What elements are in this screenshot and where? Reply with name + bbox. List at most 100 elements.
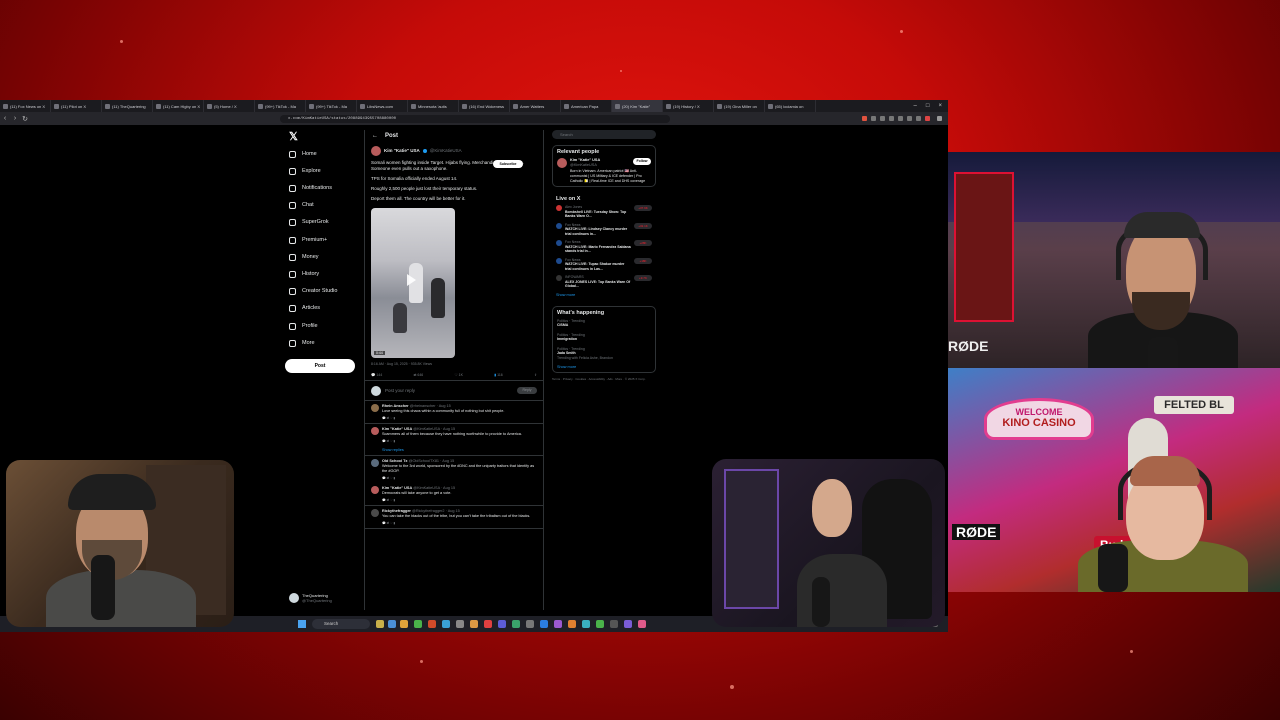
menu-icon[interactable] (937, 116, 942, 121)
taskbar-app-icon[interactable] (388, 620, 396, 628)
show-replies-link[interactable]: Show replies (365, 446, 543, 456)
play-icon[interactable] (407, 274, 416, 286)
maximize-icon[interactable]: □ (926, 103, 930, 109)
search-input[interactable]: Search (552, 130, 656, 139)
extension-icon[interactable] (880, 116, 885, 121)
live-item[interactable]: Alex Jones Bombshell LIVE: Tuesday Show: … (556, 205, 652, 219)
taskbar-app-icon[interactable] (470, 620, 478, 628)
trend-item[interactable]: Politics · Trending CISMA (557, 319, 651, 328)
nav-item-more[interactable]: More (289, 337, 315, 349)
live-item[interactable]: Fox News WATCH LIVE: Mario Fernandez Sald… (556, 240, 652, 254)
browser-tab[interactable]: (11) Cam Higby on X (153, 100, 204, 112)
share-icon[interactable]: ⇪ (534, 373, 537, 377)
nav-item-premium[interactable]: Premium+ (289, 234, 327, 246)
browser-tab[interactable]: (11) Pilot on X (51, 100, 102, 112)
back-arrow-icon[interactable]: ← (372, 133, 378, 139)
browser-tab[interactable]: Minnesota 'autis (408, 100, 459, 112)
nav-item-home[interactable]: Home (289, 148, 317, 160)
taskbar-app-icon[interactable] (512, 620, 520, 628)
taskbar-app-icon[interactable] (624, 620, 632, 628)
taskbar-app-icon[interactable] (442, 620, 450, 628)
nav-item-supergrok[interactable]: SuperGrok (289, 216, 329, 228)
browser-tab[interactable]: (19) Gina Miller on (714, 100, 765, 112)
taskbar-app-icon[interactable] (414, 620, 422, 628)
nav-item-creator-studio[interactable]: Creator Studio (289, 285, 337, 297)
trend-item[interactable]: Politics · Trending Jada Smith Trending wi… (557, 347, 651, 361)
browser-tab[interactable]: (99+) TikTok - Ma (306, 100, 357, 112)
nav-item-articles[interactable]: Articles (289, 302, 320, 314)
post-author[interactable]: Kim "Katie" USA @KimKatieUSA (371, 146, 537, 156)
reply-item[interactable]: Kim "Katie" USA @KimKatieUSA · Aug 15 Sc… (365, 424, 543, 446)
taskbar-app-icon[interactable] (484, 620, 492, 628)
taskbar-app-icon[interactable] (526, 620, 534, 628)
show-more-link[interactable]: Show more (556, 293, 652, 297)
taskbar-app-icon[interactable] (498, 620, 506, 628)
taskbar-app-icon[interactable] (638, 620, 646, 628)
nav-item-chat[interactable]: Chat (289, 199, 314, 211)
taskbar-app-icon[interactable] (596, 620, 604, 628)
browser-tab[interactable]: (99+) TikTok - Ma (255, 100, 306, 112)
repost-count[interactable]: ⇄ 646 (413, 373, 423, 377)
like-count[interactable]: ♡ 1K (455, 373, 463, 377)
live-item[interactable]: Fox News WATCH LIVE: Lindsey Clancy murde… (556, 222, 652, 237)
back-icon[interactable]: ‹ (0, 115, 10, 122)
taskbar-app-icon[interactable] (376, 620, 384, 628)
browser-tab[interactable]: (5) Home / X (204, 100, 255, 112)
taskbar-app-icon[interactable] (428, 620, 436, 628)
extension-icon[interactable] (898, 116, 903, 121)
forward-icon[interactable]: › (10, 115, 20, 122)
taskbar-app-icon[interactable] (456, 620, 464, 628)
post-video[interactable]: 0:44 (371, 208, 455, 358)
browser-tab-active[interactable]: (20) Kim "Katie" (612, 100, 663, 112)
reply-count[interactable]: 💬 144 (371, 373, 382, 377)
nav-item-notifications[interactable]: Notifications (289, 182, 332, 194)
nav-item-history[interactable]: History (289, 268, 319, 280)
trend-item[interactable]: Politics · Trending Immigration (557, 333, 651, 342)
reload-icon[interactable]: ↻ (20, 115, 30, 123)
url-field[interactable]: x.com/KimKatieUSA/status/208899439557088… (280, 115, 670, 123)
extension-icon[interactable] (916, 116, 921, 121)
reply-button[interactable]: Reply (517, 387, 537, 394)
post-button[interactable]: Post (285, 359, 355, 373)
live-item[interactable]: INFOWARS ALEX JONES LIVE: Top Banks Warn … (556, 275, 652, 289)
browser-tab[interactable]: (11) Fox News on X (0, 100, 51, 112)
taskbar-app-icon[interactable] (540, 620, 548, 628)
footer-links[interactable]: Terms · Privacy · Cookies · Accessibilit… (552, 377, 656, 381)
reply-item[interactable]: Rhein Anscher @rheinanscher · Aug 15 Lov… (365, 401, 543, 424)
browser-tab[interactable]: (16) End Wokeness (459, 100, 510, 112)
live-item[interactable]: Fox News WATCH LIVE: Tupac Shakur murder … (556, 257, 652, 272)
account-switcher[interactable]: TheQuartering @TheQuartering (289, 593, 332, 603)
minimize-icon[interactable]: – (914, 103, 917, 109)
reply-item[interactable]: Rickythefragger @Rickythefragger2 · Aug … (365, 506, 543, 529)
extension-icon[interactable] (907, 116, 912, 121)
extension-icon[interactable] (862, 116, 867, 121)
show-more-link[interactable]: Show more (557, 365, 651, 369)
reply-input[interactable]: Post your reply (385, 388, 415, 393)
browser-tab[interactable]: (19) History / X (663, 100, 714, 112)
browser-tab[interactable]: (11) TheQuartering (102, 100, 153, 112)
relevant-person[interactable]: Kim "Katie" USA @KimKatieUSA Follow (557, 158, 651, 168)
nav-item-explore[interactable]: Explore (289, 165, 321, 177)
browser-tab[interactable]: Amer Watters (510, 100, 561, 112)
subscribe-button[interactable]: Subscribe (493, 160, 523, 168)
taskbar-app-icon[interactable] (582, 620, 590, 628)
extension-icon[interactable] (889, 116, 894, 121)
reply-item[interactable]: Kim "Katie" USA @KimKatieUSA · Aug 15 De… (365, 483, 543, 506)
follow-button[interactable]: Follow (633, 158, 651, 165)
taskbar-app-icon[interactable] (554, 620, 562, 628)
taskbar-app-icon[interactable] (400, 620, 408, 628)
close-icon[interactable]: × (938, 103, 942, 109)
x-logo-icon[interactable]: 𝕏 (289, 130, 298, 143)
extension-icon[interactable] (871, 116, 876, 121)
windows-start-icon[interactable] (298, 620, 306, 628)
taskbar-app-icon[interactable] (568, 620, 576, 628)
nav-item-profile[interactable]: Profile (289, 320, 318, 332)
taskbar-app-icon[interactable] (610, 620, 618, 628)
extension-icon[interactable] (925, 116, 930, 121)
browser-tab[interactable]: (65) lociamia on (765, 100, 816, 112)
nav-item-money[interactable]: Money (289, 251, 319, 263)
browser-tab[interactable]: American Papa (561, 100, 612, 112)
taskbar-search[interactable]: Search (312, 619, 370, 629)
reply-item[interactable]: Old School Tx @OldSchoolTX81 · Aug 15 We… (365, 456, 543, 483)
bookmark-count[interactable]: ▮ 116 (494, 373, 503, 377)
